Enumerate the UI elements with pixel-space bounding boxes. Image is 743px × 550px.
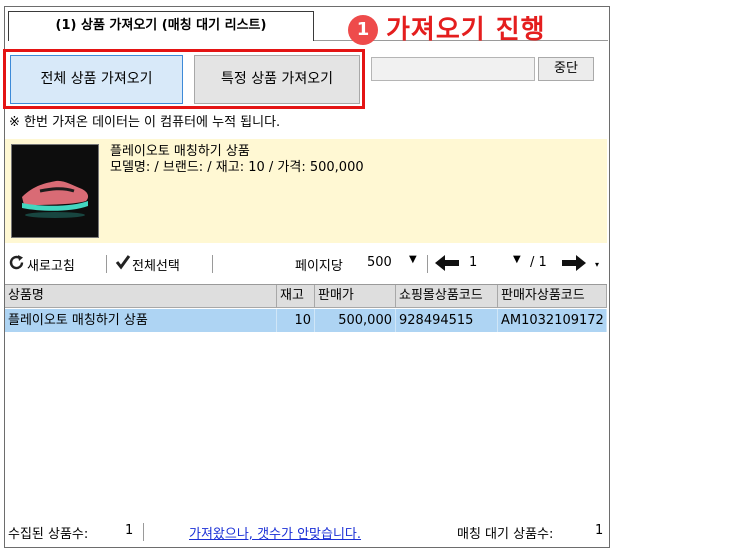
refresh-icon[interactable] bbox=[8, 254, 25, 275]
per-page-label: 페이지당 bbox=[295, 259, 343, 274]
collected-count-value: 1 bbox=[125, 523, 134, 538]
prev-page-icon[interactable] bbox=[434, 254, 460, 276]
callout-text: 가져오기 진행 bbox=[386, 15, 546, 45]
column-header[interactable]: 판매자상품코드 bbox=[498, 285, 607, 308]
tab-fetch-products[interactable]: (1) 상품 가져오기 (매칭 대기 리스트) bbox=[8, 11, 314, 41]
highlight-box bbox=[3, 49, 365, 109]
sneaker-image bbox=[11, 144, 99, 238]
per-page-select[interactable]: 500 bbox=[367, 255, 392, 270]
refresh-button[interactable]: 새로고침 bbox=[27, 255, 75, 274]
overflow-icon[interactable]: ▾ bbox=[595, 260, 599, 269]
count-mismatch-link[interactable]: 가져왔으나, 갯수가 안맞습니다. bbox=[189, 523, 361, 542]
column-header[interactable]: 쇼핑몰상품코드 bbox=[396, 285, 498, 308]
page-total: / 1 bbox=[530, 255, 547, 270]
chevron-down-icon[interactable]: ▼ bbox=[513, 254, 521, 265]
grid-toolbar: 새로고침 전체선택 페이지당 500 ▼ 1 ▼ / 1 ▾ bbox=[5, 250, 607, 278]
progress-bar bbox=[371, 57, 535, 81]
step-badge: 1 bbox=[348, 15, 378, 45]
table-cell[interactable]: 928494515 bbox=[396, 309, 498, 332]
toolbar-separator bbox=[106, 255, 107, 273]
pending-count-value: 1 bbox=[595, 523, 604, 538]
product-name: 플레이오토 매칭하기 상품 bbox=[110, 144, 250, 159]
toolbar-separator bbox=[212, 255, 213, 273]
table-cell[interactable]: AM1032109172 bbox=[498, 309, 607, 332]
check-icon[interactable] bbox=[115, 253, 131, 275]
column-header[interactable]: 상품명 bbox=[5, 285, 277, 308]
status-separator bbox=[143, 523, 144, 541]
product-meta: 모델명: / 브랜드: / 재고: 10 / 가격: 500,000 bbox=[110, 160, 364, 175]
info-note: ※ 한번 가져온 데이터는 이 컴퓨터에 누적 됩니다. bbox=[9, 115, 281, 130]
toolbar-separator bbox=[427, 255, 428, 273]
status-bar: 수집된 상품수: 1 가져왔으나, 갯수가 안맞습니다. 매칭 대기 상품수: … bbox=[5, 518, 607, 546]
stop-button[interactable]: 중단 bbox=[538, 57, 594, 81]
chevron-down-icon[interactable]: ▼ bbox=[409, 254, 417, 265]
pending-count-label: 매칭 대기 상품수: bbox=[457, 527, 554, 542]
column-header[interactable]: 판매가 bbox=[315, 285, 396, 308]
column-header[interactable]: 재고 bbox=[277, 285, 315, 308]
table-cell[interactable]: 500,000 bbox=[315, 309, 396, 332]
collected-count-label: 수집된 상품수: bbox=[8, 527, 89, 542]
table-cell[interactable]: 10 bbox=[277, 309, 315, 332]
select-all-button[interactable]: 전체선택 bbox=[132, 255, 180, 274]
next-page-icon[interactable] bbox=[561, 254, 587, 276]
table-cell[interactable]: 플레이오토 매칭하기 상품 bbox=[5, 309, 277, 332]
product-grid: 상품명 재고 판매가 쇼핑몰상품코드 판매자상품코드 플레이오토 매칭하기 상품… bbox=[5, 284, 607, 332]
page-number-input[interactable]: 1 bbox=[469, 255, 477, 270]
